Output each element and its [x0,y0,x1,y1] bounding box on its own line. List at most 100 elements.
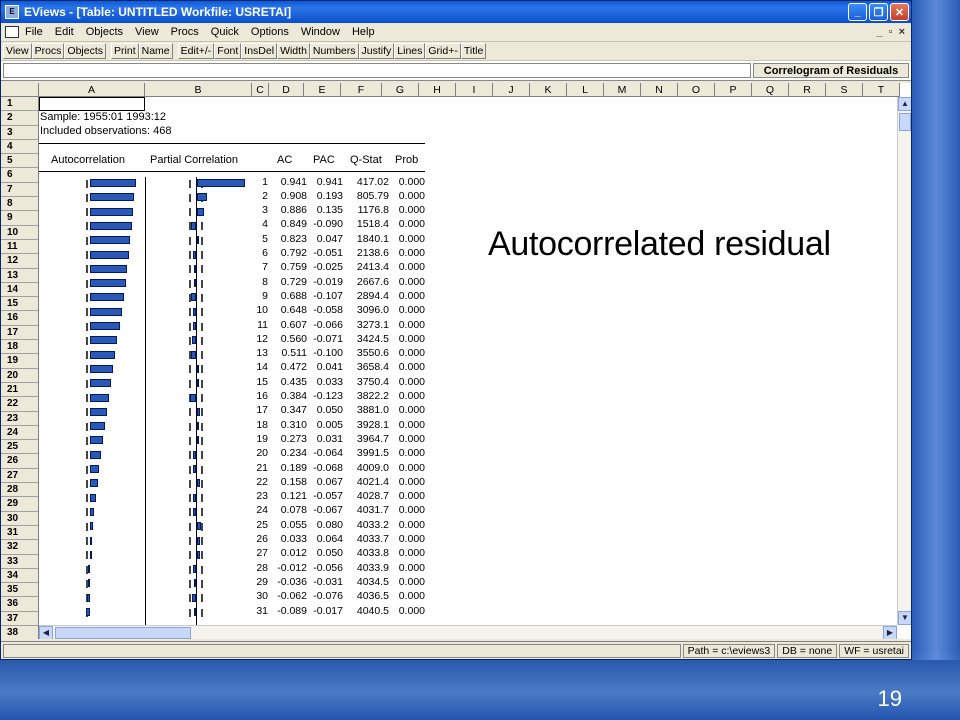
menu-window[interactable]: Window [301,26,346,38]
row-header-31[interactable]: 31 [1,526,38,541]
menu-help[interactable]: Help [352,26,381,38]
row-header-23[interactable]: 23 [1,412,38,426]
toolbar-procs-button[interactable]: Procs [31,43,65,59]
menu-procs[interactable]: Procs [171,26,205,38]
toolbar-lines-button[interactable]: Lines [394,43,426,59]
toolbar-numbers-button[interactable]: Numbers [309,43,359,59]
column-header-n[interactable]: N [641,83,678,96]
row-header-14[interactable]: 14 [1,283,38,298]
toolbar-name-button[interactable]: Name [138,43,173,59]
column-header-m[interactable]: M [604,83,641,96]
toolbar-view-button[interactable]: View [3,43,32,59]
eviews-app-icon[interactable]: E [5,5,19,19]
column-header-p[interactable]: P [715,83,752,96]
row-header-32[interactable]: 32 [1,540,38,555]
mdi-minimize-button[interactable]: _ [877,26,883,38]
toolbar-insdel-button[interactable]: InsDel [241,43,278,59]
row-header-37[interactable]: 37 [1,612,38,626]
row-header-8[interactable]: 8 [1,197,38,212]
menu-quick[interactable]: Quick [211,26,245,38]
select-all-corner[interactable] [1,83,39,96]
column-header-g[interactable]: G [382,83,419,96]
restore-button[interactable]: ❐ [869,3,888,21]
toolbar-title-button[interactable]: Title [460,43,487,59]
toolbar-width-button[interactable]: Width [277,43,310,59]
row-header-25[interactable]: 25 [1,440,38,455]
column-header-r[interactable]: R [789,83,826,96]
row-header-6[interactable]: 6 [1,168,38,183]
scroll-right-button[interactable]: ▶ [883,626,897,639]
menu-file[interactable]: File [25,26,49,38]
selected-cell-a1[interactable] [39,97,145,111]
row-header-26[interactable]: 26 [1,454,38,469]
document-icon[interactable] [5,26,19,38]
column-header-a[interactable]: A [39,83,145,96]
row-header-15[interactable]: 15 [1,297,38,312]
row-header-28[interactable]: 28 [1,483,38,498]
row-header-11[interactable]: 11 [1,240,38,255]
row-header-10[interactable]: 10 [1,226,38,240]
close-button[interactable]: ✕ [890,3,909,21]
column-header-d[interactable]: D [269,83,304,96]
column-header-b[interactable]: B [145,83,252,96]
column-header-e[interactable]: E [304,83,341,96]
row-header-18[interactable]: 18 [1,340,38,355]
scroll-left-button[interactable]: ◀ [39,626,53,639]
row-header-5[interactable]: 5 [1,154,38,169]
column-header-c[interactable]: C [252,83,269,96]
minimize-button[interactable]: _ [848,3,867,21]
row-header-33[interactable]: 33 [1,555,38,569]
title-bar[interactable]: E EViews - [Table: UNTITLED Workfile: US… [1,1,911,23]
row-header-24[interactable]: 24 [1,426,38,441]
toolbar-font-button[interactable]: Font [214,43,242,59]
horizontal-scrollbar[interactable]: ◀ ▶ [39,625,897,639]
row-header-7[interactable]: 7 [1,183,38,198]
toolbar-print-button[interactable]: Print [111,43,139,59]
scroll-down-button[interactable]: ▼ [898,611,911,625]
column-header-t[interactable]: T [863,83,900,96]
row-header-17[interactable]: 17 [1,326,38,341]
column-header-k[interactable]: K [530,83,567,96]
row-header-20[interactable]: 20 [1,369,38,383]
row-header-36[interactable]: 36 [1,597,38,612]
row-header-35[interactable]: 35 [1,583,38,598]
scroll-up-button[interactable]: ▲ [898,97,911,111]
column-header-o[interactable]: O [678,83,715,96]
column-header-q[interactable]: Q [752,83,789,96]
cell-edit-input[interactable] [3,63,751,78]
toolbar-objects-button[interactable]: Objects [64,43,107,59]
toolbar-justify-button[interactable]: Justify [358,43,395,59]
toolbar-edit--button[interactable]: Edit+/- [177,43,215,59]
row-header-2[interactable]: 2 [1,111,38,126]
row-header-27[interactable]: 27 [1,469,38,484]
horizontal-scroll-thumb[interactable] [55,627,191,639]
row-header-38[interactable]: 38 [1,626,38,639]
row-header-30[interactable]: 30 [1,512,38,526]
menu-view[interactable]: View [135,26,165,38]
row-header-19[interactable]: 19 [1,354,38,369]
row-header-34[interactable]: 34 [1,569,38,584]
row-header-21[interactable]: 21 [1,383,38,398]
column-header-j[interactable]: J [493,83,530,96]
column-header-l[interactable]: L [567,83,604,96]
row-header-12[interactable]: 12 [1,254,38,269]
vertical-scrollbar[interactable]: ▲ ▼ [897,97,911,625]
row-header-4[interactable]: 4 [1,140,38,155]
vertical-scroll-thumb[interactable] [899,113,911,131]
row-header-3[interactable]: 3 [1,126,38,140]
menu-options[interactable]: Options [251,26,295,38]
column-header-s[interactable]: S [826,83,863,96]
row-header-9[interactable]: 9 [1,211,38,226]
column-header-h[interactable]: H [419,83,456,96]
row-header-22[interactable]: 22 [1,397,38,412]
row-header-16[interactable]: 16 [1,311,38,326]
menu-objects[interactable]: Objects [86,26,129,38]
column-header-f[interactable]: F [341,83,382,96]
row-header-13[interactable]: 13 [1,269,38,283]
toolbar-grid--button[interactable]: Grid+- [425,43,461,59]
mdi-restore-button[interactable]: ▫ [889,26,893,38]
row-header-1[interactable]: 1 [1,97,38,112]
row-header-29[interactable]: 29 [1,497,38,512]
column-header-i[interactable]: I [456,83,493,96]
menu-edit[interactable]: Edit [55,26,80,38]
